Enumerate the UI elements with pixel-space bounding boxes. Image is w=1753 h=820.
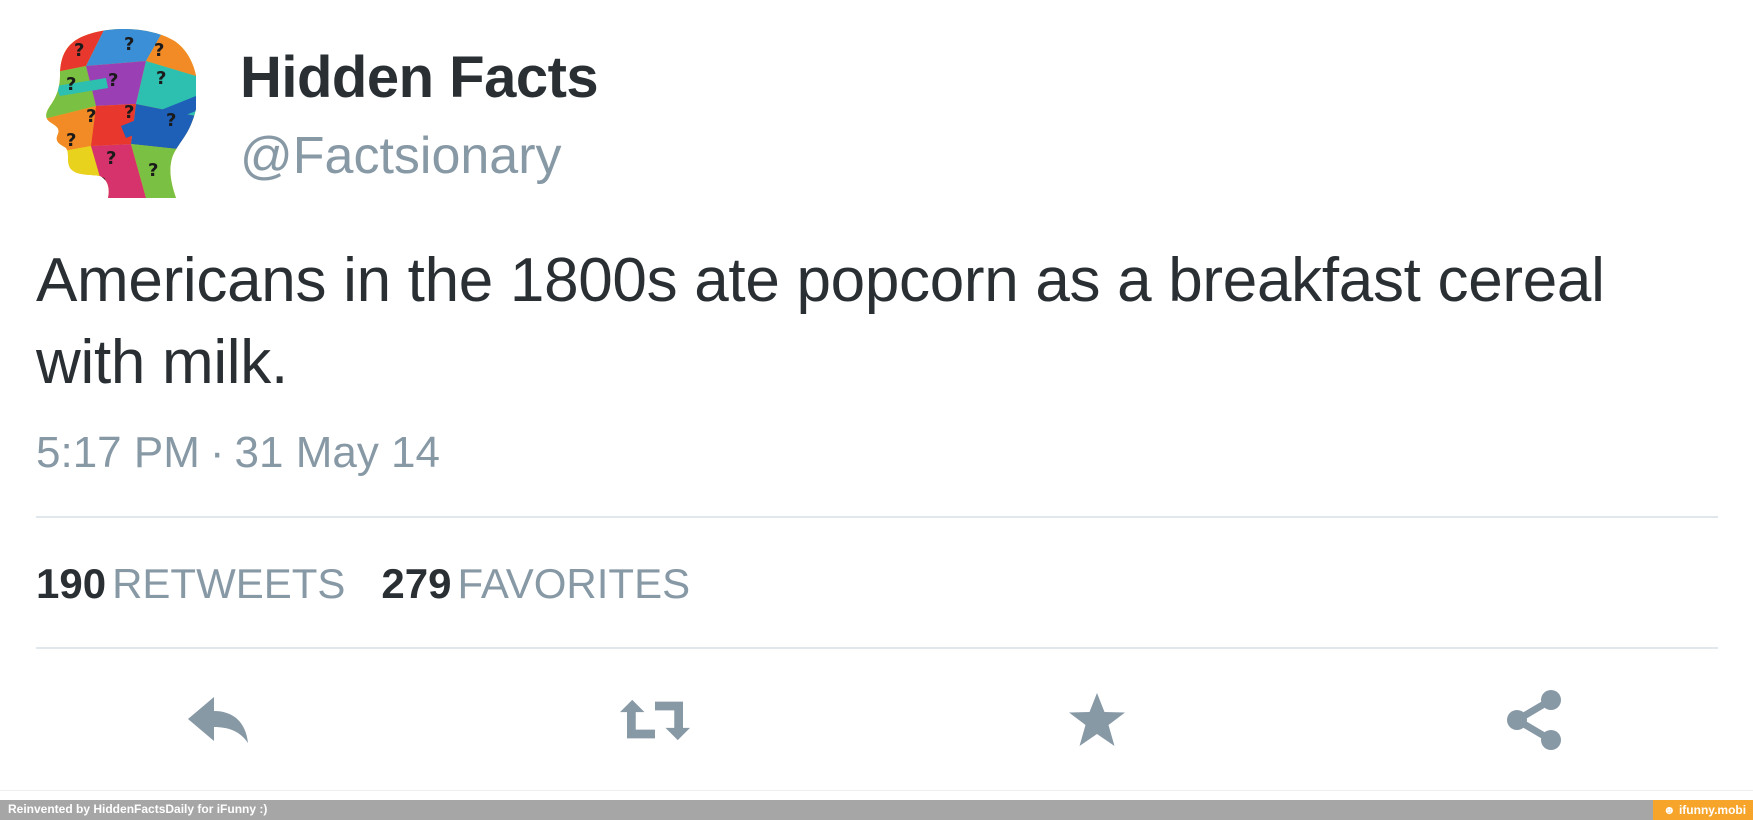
svg-text:?: ? <box>154 40 164 61</box>
user-handle[interactable]: @Factsionary <box>240 126 562 186</box>
tweet-stats: 190 RETWEETS 279 FAVORITES <box>36 560 726 608</box>
tweet-date: 31 May 14 <box>234 428 440 477</box>
svg-text:?: ? <box>156 68 166 89</box>
svg-text:?: ? <box>124 34 134 55</box>
svg-text:?: ? <box>166 110 176 131</box>
svg-text:?: ? <box>96 174 106 195</box>
svg-text:?: ? <box>86 106 96 127</box>
retweets-label[interactable]: RETWEETS <box>112 560 345 607</box>
watermark-credit: Reinvented by HiddenFactsDaily for iFunn… <box>8 802 268 816</box>
tweet-time: 5:17 PM <box>36 428 200 477</box>
divider <box>36 516 1718 518</box>
watermark-bar: Reinvented by HiddenFactsDaily for iFunn… <box>0 800 1753 820</box>
avatar[interactable]: ? ? ? ? ? ? ? ? ? ? ? ? ? <box>36 26 196 198</box>
svg-text:?: ? <box>124 102 134 123</box>
tweet-text: Americans in the 1800s ate popcorn as a … <box>36 240 1716 404</box>
favorite-button[interactable] <box>1062 688 1132 752</box>
share-icon <box>1507 690 1561 750</box>
colorful-head-question-marks-icon: ? ? ? ? ? ? ? ? ? ? ? ? ? <box>46 29 196 198</box>
star-icon <box>1069 693 1125 746</box>
retweet-icon <box>620 699 690 741</box>
svg-text:?: ? <box>106 148 116 169</box>
tweet-text-line-1: Americans in the 1800s ate popcorn as a … <box>36 246 1605 315</box>
share-button[interactable] <box>1500 688 1570 752</box>
retweets-count[interactable]: 190 <box>36 560 106 607</box>
svg-text:?: ? <box>148 160 158 181</box>
svg-text:?: ? <box>66 130 76 151</box>
favorites-label[interactable]: FAVORITES <box>458 560 691 607</box>
display-name[interactable]: Hidden Facts <box>240 44 599 111</box>
svg-text:?: ? <box>74 40 84 61</box>
svg-text:?: ? <box>66 74 76 95</box>
watermark-brand: ☻ ifunny.mobi <box>1653 800 1753 820</box>
timestamp-separator: · <box>209 428 225 477</box>
reply-button[interactable] <box>184 688 254 752</box>
tweet-timestamp: 5:17 PM · 31 May 14 <box>36 428 440 478</box>
retweet-button[interactable] <box>620 688 690 752</box>
divider <box>0 790 1753 791</box>
tweet-text-line-2: with milk. <box>36 328 288 397</box>
reply-icon <box>188 697 248 743</box>
divider <box>36 647 1718 649</box>
watermark-brand-text: ifunny.mobi <box>1678 803 1747 817</box>
tweet-actions <box>0 688 1753 752</box>
svg-text:?: ? <box>108 70 118 91</box>
favorites-count[interactable]: 279 <box>381 560 451 607</box>
